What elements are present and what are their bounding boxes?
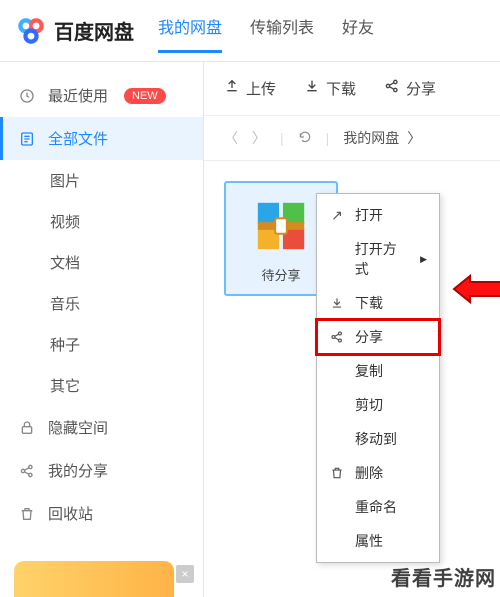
menu-label: 打开方式 — [355, 239, 410, 279]
menu-label: 下载 — [355, 293, 383, 313]
sidebar-item-all-files[interactable]: 全部文件 — [0, 117, 203, 160]
sidebar-label-my-share: 我的分享 — [48, 460, 108, 481]
menu-label: 复制 — [355, 361, 383, 381]
menu-delete[interactable]: 删除 — [317, 456, 439, 490]
nav-back-icon[interactable]: 〈 — [224, 128, 238, 148]
menu-cut[interactable]: 剪切 — [317, 388, 439, 422]
sidebar-sub-other[interactable]: 其它 — [0, 365, 203, 406]
ad-close-icon[interactable]: × — [176, 565, 194, 583]
upload-button[interactable]: 上传 — [224, 78, 276, 99]
sidebar-sub-video[interactable]: 视频 — [0, 201, 203, 242]
menu-label: 剪切 — [355, 395, 383, 415]
refresh-icon[interactable] — [298, 130, 312, 147]
menu-label: 分享 — [355, 327, 383, 347]
archive-icon — [252, 197, 310, 255]
sidebar-label-recycle: 回收站 — [48, 503, 93, 524]
menu-label: 移动到 — [355, 429, 397, 449]
download-icon — [304, 78, 320, 99]
sidebar-sub-music[interactable]: 音乐 — [0, 283, 203, 324]
tab-transfers[interactable]: 传输列表 — [250, 8, 314, 53]
chevron-right-icon: 〉 — [407, 128, 421, 148]
clock-icon — [18, 87, 36, 105]
upload-icon — [224, 78, 240, 99]
file-name: 待分享 — [261, 265, 300, 284]
sidebar-sub-images[interactable]: 图片 — [0, 160, 203, 201]
watermark: 看看手游网 — [391, 562, 496, 591]
download-button[interactable]: 下载 — [304, 78, 356, 99]
menu-share[interactable]: 分享 — [317, 320, 439, 354]
menu-label: 删除 — [355, 463, 383, 483]
upload-label: 上传 — [246, 78, 276, 99]
download-icon — [329, 296, 345, 310]
menu-properties[interactable]: 属性 — [317, 524, 439, 558]
toolbar: 上传 下载 分享 — [204, 62, 500, 116]
share-label: 分享 — [406, 78, 436, 99]
breadcrumb-bar: 〈 〉 | | 我的网盘 〉 — [204, 116, 500, 161]
menu-rename[interactable]: 重命名 — [317, 490, 439, 524]
menu-copy[interactable]: 复制 — [317, 354, 439, 388]
list-icon — [18, 130, 36, 148]
download-label: 下载 — [326, 78, 356, 99]
share-icon — [18, 462, 36, 480]
header: 百度网盘 我的网盘 传输列表 好友 — [0, 0, 500, 62]
share-icon — [329, 330, 345, 344]
trash-icon — [329, 466, 345, 480]
new-badge: NEW — [124, 88, 166, 104]
logo-icon — [14, 14, 48, 48]
sidebar-item-hidden[interactable]: 隐藏空间 — [0, 406, 203, 449]
main-panel: 上传 下载 分享 〈 〉 | | 我 — [204, 62, 500, 597]
sidebar-item-my-share[interactable]: 我的分享 — [0, 449, 203, 492]
ad-banner[interactable] — [14, 561, 174, 597]
sidebar-item-recent[interactable]: 最近使用 NEW — [0, 74, 203, 117]
menu-move-to[interactable]: 移动到 — [317, 422, 439, 456]
share-icon — [384, 78, 400, 99]
divider: | — [326, 130, 330, 146]
file-grid: 待分享 ↗ 打开 打开方式 下载 — [204, 161, 500, 597]
sidebar-label-recent: 最近使用 — [48, 85, 108, 106]
tab-friends[interactable]: 好友 — [342, 8, 374, 53]
trash-icon — [18, 505, 36, 523]
menu-download[interactable]: 下载 — [317, 286, 439, 320]
menu-open-with[interactable]: 打开方式 — [317, 232, 439, 286]
menu-open[interactable]: ↗ 打开 — [317, 198, 439, 232]
open-icon: ↗ — [329, 207, 345, 224]
sidebar-label-all-files: 全部文件 — [48, 128, 108, 149]
share-button[interactable]: 分享 — [384, 78, 436, 99]
sidebar-sub-docs[interactable]: 文档 — [0, 242, 203, 283]
tab-my-disk[interactable]: 我的网盘 — [158, 8, 222, 53]
menu-label: 属性 — [355, 531, 383, 551]
menu-label: 重命名 — [355, 497, 397, 517]
app-logo: 百度网盘 — [14, 14, 134, 48]
main-tabs: 我的网盘 传输列表 好友 — [158, 8, 374, 53]
sidebar-sub-torrent[interactable]: 种子 — [0, 324, 203, 365]
sidebar: 最近使用 NEW 全部文件 图片 视频 文档 音乐 种子 其它 隐藏空间 我的分… — [0, 62, 204, 597]
nav-forward-icon[interactable]: 〉 — [252, 128, 266, 148]
sidebar-label-hidden: 隐藏空间 — [48, 417, 108, 438]
annotation-arrow-icon — [452, 274, 500, 307]
sidebar-item-recycle[interactable]: 回收站 — [0, 492, 203, 535]
context-menu: ↗ 打开 打开方式 下载 分享 — [316, 193, 440, 563]
crumb-root: 我的网盘 — [343, 128, 399, 148]
breadcrumb[interactable]: 我的网盘 〉 — [343, 128, 421, 148]
lock-icon — [18, 419, 36, 437]
divider: | — [280, 130, 284, 146]
menu-label: 打开 — [355, 205, 383, 225]
logo-text: 百度网盘 — [54, 16, 134, 45]
